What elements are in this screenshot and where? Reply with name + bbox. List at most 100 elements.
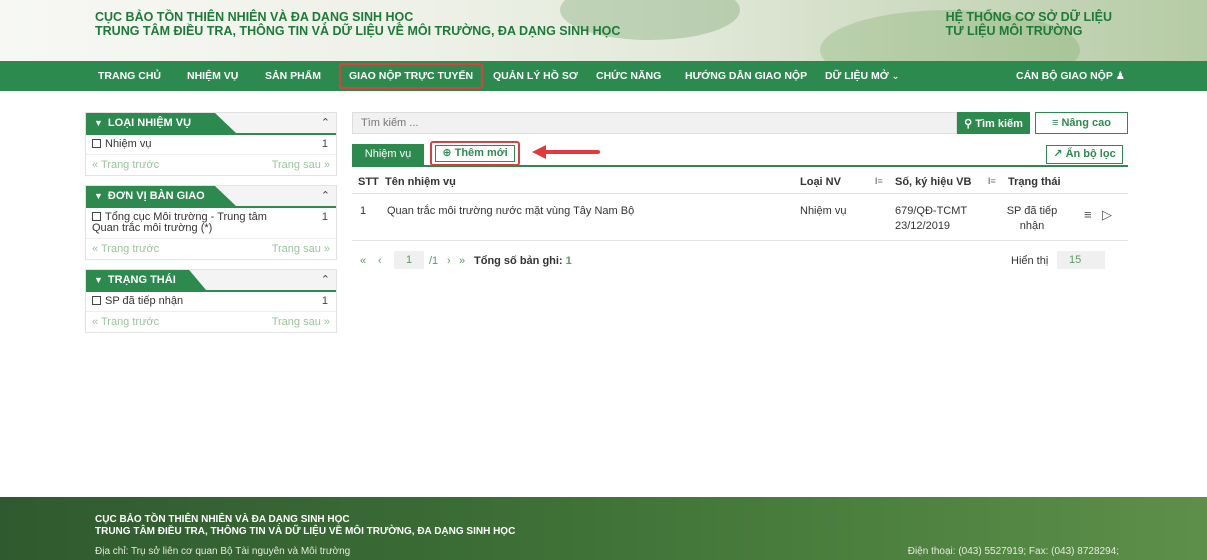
filter-panel-task-type: ▼ LOẠI NHIỆM VỤ ⌃ Nhiệm vụ 1 « Trang trướ… — [85, 112, 337, 176]
cell-document: 679/QĐ-TCMT 23/12/2019 — [895, 204, 967, 234]
panel-header[interactable]: ▼ LOẠI NHIỆM VỤ ⌃ — [86, 113, 336, 135]
list-detail-icon[interactable]: ≡ — [1084, 207, 1092, 222]
panel-title-text: LOẠI NHIỆM VỤ — [107, 117, 192, 129]
footer-phone: Điện thoại: (043) 5527919; Fax: (043) 87… — [907, 546, 1119, 557]
nav-functions[interactable]: CHỨC NĂNG — [596, 61, 661, 91]
plus-circle-icon: ⊕ — [442, 147, 452, 159]
filter-option-label: Tổng cục Môi trường - Trung tâm Quan trắ… — [92, 211, 267, 234]
prev-page-link[interactable]: « Trang trước — [92, 243, 159, 255]
tab-tasks[interactable]: Nhiệm vụ — [352, 144, 424, 165]
status-line1: SP đã tiếp — [1006, 205, 1058, 217]
first-page-button[interactable]: « — [360, 255, 366, 267]
total-count: 1 — [565, 255, 572, 267]
panel-pager: « Trang trước Trang sau » — [86, 312, 336, 332]
table-pager: « ‹ 1 /1 › » Tổng số bản ghi: 1 Hiển thị… — [352, 250, 1128, 272]
document-date: 23/12/2019 — [895, 220, 951, 232]
total-label: Tổng số bản ghi: — [474, 255, 563, 267]
main-nav: TRANG CHỦ NHIỆM VỤ SẢN PHẨM GIAO NỘP TRỰ… — [0, 61, 1207, 91]
filter-option-label: Nhiệm vụ — [105, 138, 152, 150]
footer-address: Địa chỉ: Trụ sở liên cơ quan Bộ Tài nguy… — [95, 546, 351, 557]
site-footer: CỤC BẢO TỒN THIÊN NHIÊN VÀ ĐA DẠNG SINH … — [0, 497, 1207, 560]
filter-option-count: 1 — [321, 295, 328, 307]
panel-title: ▼ LOẠI NHIỆM VỤ — [86, 113, 236, 133]
next-page-link[interactable]: Trang sau » — [272, 316, 330, 328]
panel-title-text: TRẠNG THÁI — [107, 274, 176, 286]
page-size-select[interactable]: 15 — [1057, 251, 1105, 269]
search-button-label: Tìm kiếm — [975, 117, 1023, 130]
prev-page-button[interactable]: ‹ — [378, 255, 382, 267]
filter-option[interactable]: SP đã tiếp nhận 1 — [86, 292, 336, 312]
footer-org: CỤC BẢO TỒN THIÊN NHIÊN VÀ ĐA DẠNG SINH … — [95, 514, 515, 538]
col-stt: STT — [358, 176, 379, 188]
nav-home[interactable]: TRANG CHỦ — [98, 61, 161, 91]
panel-header[interactable]: ▼ ĐƠN VỊ BÀN GIAO ⌃ — [86, 186, 336, 208]
col-task-type: Loại NV — [800, 176, 841, 188]
nav-products[interactable]: SẢN PHẨM — [265, 61, 321, 91]
panel-title-text: ĐƠN VỊ BÀN GIAO — [107, 190, 205, 202]
search-icon: ⚲ — [964, 117, 973, 130]
nav-records[interactable]: QUẢN LÝ HỒ SƠ — [493, 61, 578, 91]
add-new-button[interactable]: ⊕ Thêm mới — [430, 141, 520, 166]
sort-icon[interactable]: I≡ — [875, 176, 883, 186]
panel-pager: « Trang trước Trang sau » — [86, 155, 336, 175]
checkbox[interactable] — [92, 212, 101, 221]
panel-title: ▼ TRẠNG THÁI — [86, 270, 206, 290]
nav-tasks[interactable]: NHIỆM VỤ — [187, 61, 238, 91]
nav-online-submission[interactable]: GIAO NỘP TRỰC TUYẾN — [339, 63, 484, 89]
prev-page-link[interactable]: « Trang trước — [92, 159, 159, 171]
advanced-search-button[interactable]: ≡ Nâng cao — [1035, 112, 1128, 134]
filter-option[interactable]: Nhiệm vụ 1 — [86, 135, 336, 155]
hide-filter-button[interactable]: ↗ Ẩn bộ lọc — [1046, 145, 1123, 164]
panel-header[interactable]: ▼ TRẠNG THÁI ⌃ — [86, 270, 336, 292]
edit-document-icon[interactable]: ▷ — [1102, 207, 1112, 223]
last-page-button[interactable]: » — [459, 255, 465, 267]
filter-panel-handover-unit: ▼ ĐƠN VỊ BÀN GIAO ⌃ Tổng cục Môi trường -… — [85, 185, 337, 260]
filter-option-label: SP đã tiếp nhận — [105, 295, 184, 307]
filter-option[interactable]: Tổng cục Môi trường - Trung tâm Quan trắ… — [86, 208, 336, 239]
red-arrow-icon — [532, 145, 600, 159]
table-row[interactable]: 1 Quan trắc môi trường nước mặt vùng Tây… — [352, 195, 1128, 241]
add-new-label: Thêm mới — [454, 147, 508, 159]
filter-sidebar: ▼ LOẠI NHIỆM VỤ ⌃ Nhiệm vụ 1 « Trang trướ… — [85, 112, 337, 342]
panel-title: ▼ ĐƠN VỊ BÀN GIAO — [86, 186, 236, 206]
filter-icon: ▼ — [94, 118, 103, 128]
next-page-button[interactable]: › — [447, 255, 451, 267]
collapse-icon[interactable]: ⌃ — [321, 273, 330, 286]
col-status: Trạng thái — [1008, 176, 1061, 188]
search-button[interactable]: ⚲ Tìm kiếm — [957, 112, 1030, 134]
collapse-icon[interactable]: ⌃ — [321, 189, 330, 202]
nav-open-data[interactable]: DỮ LIỆU MỞ ⌄ — [825, 61, 899, 91]
nav-user[interactable]: CÁN BỘ GIAO NỘP ♟ — [1016, 61, 1125, 91]
prev-page-link[interactable]: « Trang trước — [92, 316, 159, 328]
filter-lines-icon: ≡ — [1052, 117, 1059, 129]
chevron-down-icon: ⌄ — [891, 71, 900, 81]
user-icon: ♟ — [1115, 70, 1125, 82]
checkbox[interactable] — [92, 139, 101, 148]
nav-guide[interactable]: HƯỚNG DẪN GIAO NỘP — [685, 61, 807, 91]
sort-icon[interactable]: I≡ — [988, 176, 996, 186]
filter-icon: ▼ — [94, 191, 103, 201]
col-task-name: Tên nhiệm vụ — [385, 176, 456, 188]
org-title: CỤC BẢO TỒN THIÊN NHIÊN VÀ ĐA DẠNG SINH … — [95, 10, 620, 38]
checkbox[interactable] — [92, 296, 101, 305]
collapse-icon[interactable]: ⌃ — [321, 116, 330, 129]
search-input[interactable] — [352, 112, 957, 134]
footer-line1: CỤC BẢO TỒN THIÊN NHIÊN VÀ ĐA DẠNG SINH … — [95, 514, 350, 525]
cell-stt: 1 — [360, 205, 367, 217]
total-records: Tổng số bản ghi: 1 — [474, 255, 572, 267]
sys-line1: HỆ THỐNG CƠ SỞ DỮ LIỆU — [945, 10, 1112, 24]
tab-underline — [352, 165, 1128, 167]
nav-user-label: CÁN BỘ GIAO NỘP — [1016, 70, 1113, 82]
next-page-link[interactable]: Trang sau » — [272, 243, 330, 255]
nav-open-data-label: DỮ LIỆU MỞ — [825, 70, 889, 82]
cell-task-name: Quan trắc môi trường nước mặt vùng Tây N… — [387, 205, 635, 217]
document-number: 679/QĐ-TCMT — [895, 205, 968, 217]
page-count: /1 — [429, 255, 439, 267]
collapse-arrows-icon: ↗ — [1053, 148, 1063, 160]
cell-status: SP đã tiếp nhận — [1002, 204, 1062, 234]
filter-icon: ▼ — [94, 275, 103, 285]
page-size-label: Hiển thị — [1011, 255, 1049, 267]
next-page-link[interactable]: Trang sau » — [272, 159, 330, 171]
col-document-number: Số, ký hiệu VB — [895, 176, 972, 188]
page-number-input[interactable]: 1 — [394, 251, 424, 269]
